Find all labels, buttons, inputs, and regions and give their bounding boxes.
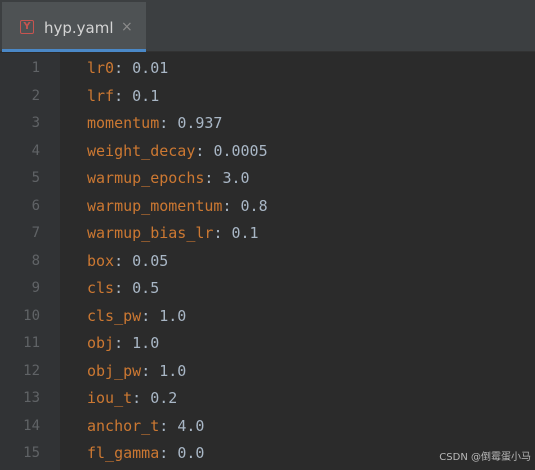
yaml-separator: :: [141, 306, 160, 325]
yaml-value: 1.0: [132, 334, 160, 352]
yaml-value: 0.1: [132, 86, 160, 105]
code-text: anchor_t: 4.0: [87, 413, 204, 440]
yaml-key: obj: [87, 334, 115, 352]
yaml-separator: :: [213, 224, 232, 242]
watermark-text: CSDN @倒霉蛋小马: [439, 452, 531, 463]
line-number: 11: [23, 335, 40, 351]
yaml-value: 0.2: [150, 389, 178, 407]
yaml-separator: :: [114, 334, 133, 352]
yaml-value: 0.01: [132, 59, 169, 77]
line-number: 6: [31, 197, 40, 214]
yaml-value: 0.937: [177, 114, 223, 132]
yaml-value: 1.0: [159, 361, 187, 380]
code-text: obj: 1.0: [87, 330, 159, 357]
yaml-key: fl_gamma: [87, 444, 160, 462]
yaml-key: cls: [87, 279, 115, 297]
line-number: 5: [31, 170, 40, 186]
code-line[interactable]: 2 lrf: 0.1: [0, 83, 535, 110]
yaml-value: 3.0: [222, 169, 250, 187]
code-text: momentum: 0.937: [87, 110, 222, 137]
code-text: iou_t: 0.2: [87, 385, 177, 412]
yaml-value: 0.0: [177, 444, 205, 462]
code-text: lr0: 0.01: [87, 55, 168, 82]
code-text: obj_pw: 1.0: [87, 358, 186, 385]
yaml-key: lrf: [87, 86, 115, 105]
yaml-key: anchor_t: [87, 416, 160, 435]
yaml-separator: :: [195, 141, 214, 160]
yaml-separator: :: [159, 416, 178, 435]
line-number: 12: [23, 362, 40, 379]
yaml-value: 0.0005: [213, 141, 268, 160]
yaml-value: 4.0: [177, 416, 205, 435]
code-line[interactable]: 12 obj_pw: 1.0: [0, 358, 535, 385]
line-number: 13: [23, 390, 40, 406]
line-number: 4: [31, 142, 40, 159]
yaml-key: obj_pw: [87, 361, 142, 380]
code-line[interactable]: 11 obj: 1.0: [0, 330, 535, 357]
code-line[interactable]: 7 warmup_bias_lr: 0.1: [0, 220, 535, 247]
code-line[interactable]: 8 box: 0.05: [0, 248, 535, 275]
yaml-separator: :: [132, 389, 151, 407]
yaml-value: 0.1: [231, 224, 259, 242]
yaml-separator: :: [222, 196, 241, 215]
yaml-separator: :: [114, 251, 133, 270]
yaml-file-icon: Y: [20, 20, 34, 34]
yaml-key: iou_t: [87, 389, 133, 407]
line-number: 1: [31, 60, 40, 76]
yaml-separator: :: [159, 114, 178, 132]
tab-hyp-yaml[interactable]: Y hyp.yaml ×: [2, 2, 146, 52]
line-number: 3: [31, 115, 40, 131]
line-number: 15: [23, 445, 40, 461]
code-text: cls_pw: 1.0: [87, 303, 186, 330]
code-text: fl_gamma: 0.0: [87, 440, 204, 467]
yaml-key: cls_pw: [87, 306, 142, 325]
code-text: warmup_epochs: 3.0: [87, 165, 250, 192]
yaml-value: 0.8: [240, 196, 268, 215]
yaml-key: lr0: [87, 59, 115, 77]
code-text: cls: 0.5: [87, 275, 159, 302]
code-line[interactable]: 14 anchor_t: 4.0: [0, 413, 535, 440]
code-text: warmup_bias_lr: 0.1: [87, 220, 259, 247]
yaml-separator: :: [114, 59, 133, 77]
yaml-key: momentum: [87, 114, 160, 132]
code-text: warmup_momentum: 0.8: [87, 193, 268, 220]
yaml-separator: :: [114, 86, 133, 105]
code-line[interactable]: 13 iou_t: 0.2: [0, 385, 535, 412]
yaml-value: 0.5: [132, 279, 160, 297]
yaml-separator: :: [204, 169, 223, 187]
yaml-key: box: [87, 251, 115, 270]
line-number: 14: [23, 417, 40, 434]
yaml-value: 1.0: [159, 306, 187, 325]
code-line[interactable]: 6 warmup_momentum: 0.8: [0, 193, 535, 220]
yaml-key: weight_decay: [87, 141, 196, 160]
code-line[interactable]: 9 cls: 0.5: [0, 275, 535, 302]
code-line[interactable]: 3 momentum: 0.937: [0, 110, 535, 137]
code-text: box: 0.05: [87, 248, 168, 275]
tab-title: hyp.yaml: [44, 19, 114, 37]
code-line[interactable]: 10 cls_pw: 1.0: [0, 303, 535, 330]
yaml-separator: :: [159, 444, 178, 462]
yaml-key: warmup_bias_lr: [87, 224, 214, 242]
yaml-separator: :: [141, 361, 160, 380]
yaml-value: 0.05: [132, 251, 169, 270]
yaml-separator: :: [114, 279, 133, 297]
editor-tab-bar: Y hyp.yaml ×: [0, 0, 535, 52]
yaml-key: warmup_epochs: [87, 169, 205, 187]
code-line[interactable]: 5 warmup_epochs: 3.0: [0, 165, 535, 192]
code-text: weight_decay: 0.0005: [87, 138, 268, 165]
code-text: lrf: 0.1: [87, 83, 159, 110]
code-editor[interactable]: 1 lr0: 0.01 2 lrf: 0.1 3 momentum: 0.937 4 weig…: [0, 53, 535, 470]
close-icon[interactable]: ×: [121, 17, 133, 37]
line-number: 2: [31, 87, 40, 104]
code-line[interactable]: 1 lr0: 0.01: [0, 55, 535, 82]
line-number: 8: [31, 252, 40, 269]
line-number: 9: [31, 280, 40, 296]
yaml-key: warmup_momentum: [87, 196, 223, 215]
line-number: 10: [23, 307, 40, 324]
line-number: 7: [31, 225, 40, 241]
code-line[interactable]: 4 weight_decay: 0.0005: [0, 138, 535, 165]
